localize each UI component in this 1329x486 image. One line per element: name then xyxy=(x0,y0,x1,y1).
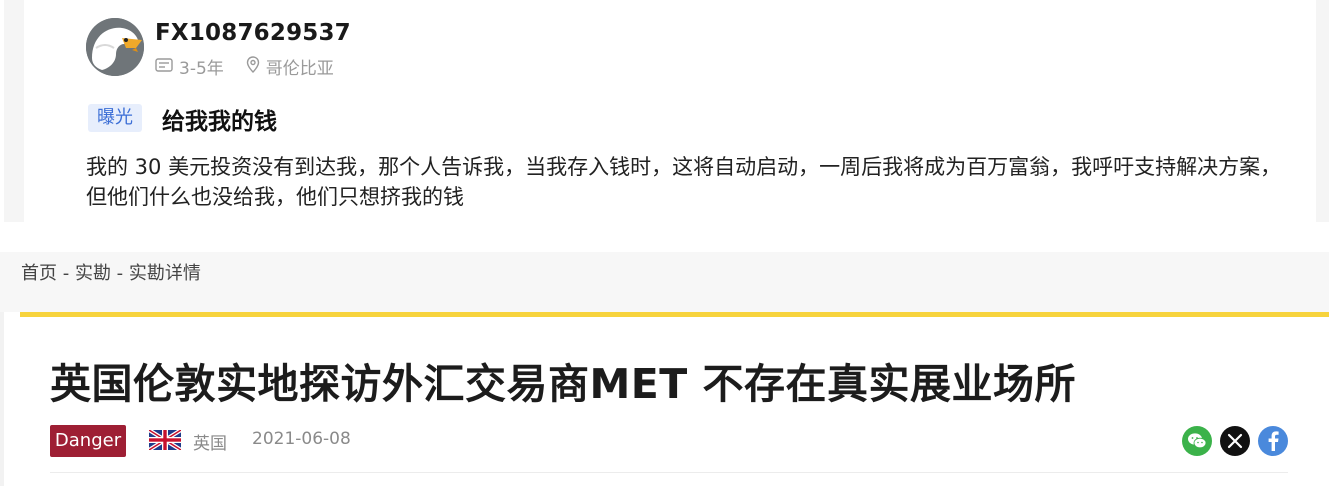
country-label: 英国 xyxy=(193,434,227,454)
user-avatar[interactable] xyxy=(86,18,144,76)
article-title: 英国伦敦实地探访外汇交易商MET 不存在真实展业场所 xyxy=(50,360,1077,408)
comment-title[interactable]: 给我我的钱 xyxy=(162,102,277,136)
x-share-button[interactable] xyxy=(1220,426,1250,456)
header-divider xyxy=(50,472,1288,473)
exposure-tag: 曝光 xyxy=(88,104,142,132)
uk-flag-icon xyxy=(149,430,181,450)
breadcrumb-separator: - xyxy=(110,263,129,284)
share-buttons xyxy=(1182,426,1288,456)
breadcrumb: 首页 - 实勘 - 实勘详情 xyxy=(21,259,201,285)
username[interactable]: FX1087629537 xyxy=(155,20,351,46)
eagle-avatar-icon xyxy=(86,18,144,76)
experience-label: 3-5年 xyxy=(179,59,224,79)
article-header: 英国伦敦实地探访外汇交易商MET 不存在真实展业场所 Danger 英国 202… xyxy=(20,312,1329,486)
wechat-share-button[interactable] xyxy=(1182,426,1212,456)
x-icon xyxy=(1227,433,1243,449)
publish-date: 2021-06-08 xyxy=(252,429,351,449)
comment-card: FX1087629537 3-5年 哥伦比亚 曝光 给我我的钱 我的 30 美元… xyxy=(24,0,1316,222)
facebook-share-button[interactable] xyxy=(1258,426,1288,456)
breadcrumb-separator: - xyxy=(57,263,75,284)
facebook-icon xyxy=(1268,431,1279,451)
user-meta: 3-5年 哥伦比亚 xyxy=(155,54,334,79)
breadcrumb-home[interactable]: 首页 xyxy=(21,263,57,284)
location-label: 哥伦比亚 xyxy=(265,59,334,79)
comment-body: 我的 30 美元投资没有到达我，那个人告诉我，当我存入钱时，这将自动启动，一周后… xyxy=(86,155,1282,209)
wechat-icon xyxy=(1188,433,1207,449)
location-pin-icon xyxy=(246,55,260,78)
breadcrumb-current: 实勘详情 xyxy=(128,263,201,284)
danger-badge: Danger xyxy=(50,425,126,457)
left-gutter xyxy=(0,312,4,486)
accent-bar xyxy=(20,312,1329,317)
breadcrumb-section[interactable]: 实勘 xyxy=(75,263,111,284)
comment-section: FX1087629537 3-5年 哥伦比亚 曝光 给我我的钱 我的 30 美元… xyxy=(4,0,1329,222)
id-card-icon xyxy=(155,57,173,77)
